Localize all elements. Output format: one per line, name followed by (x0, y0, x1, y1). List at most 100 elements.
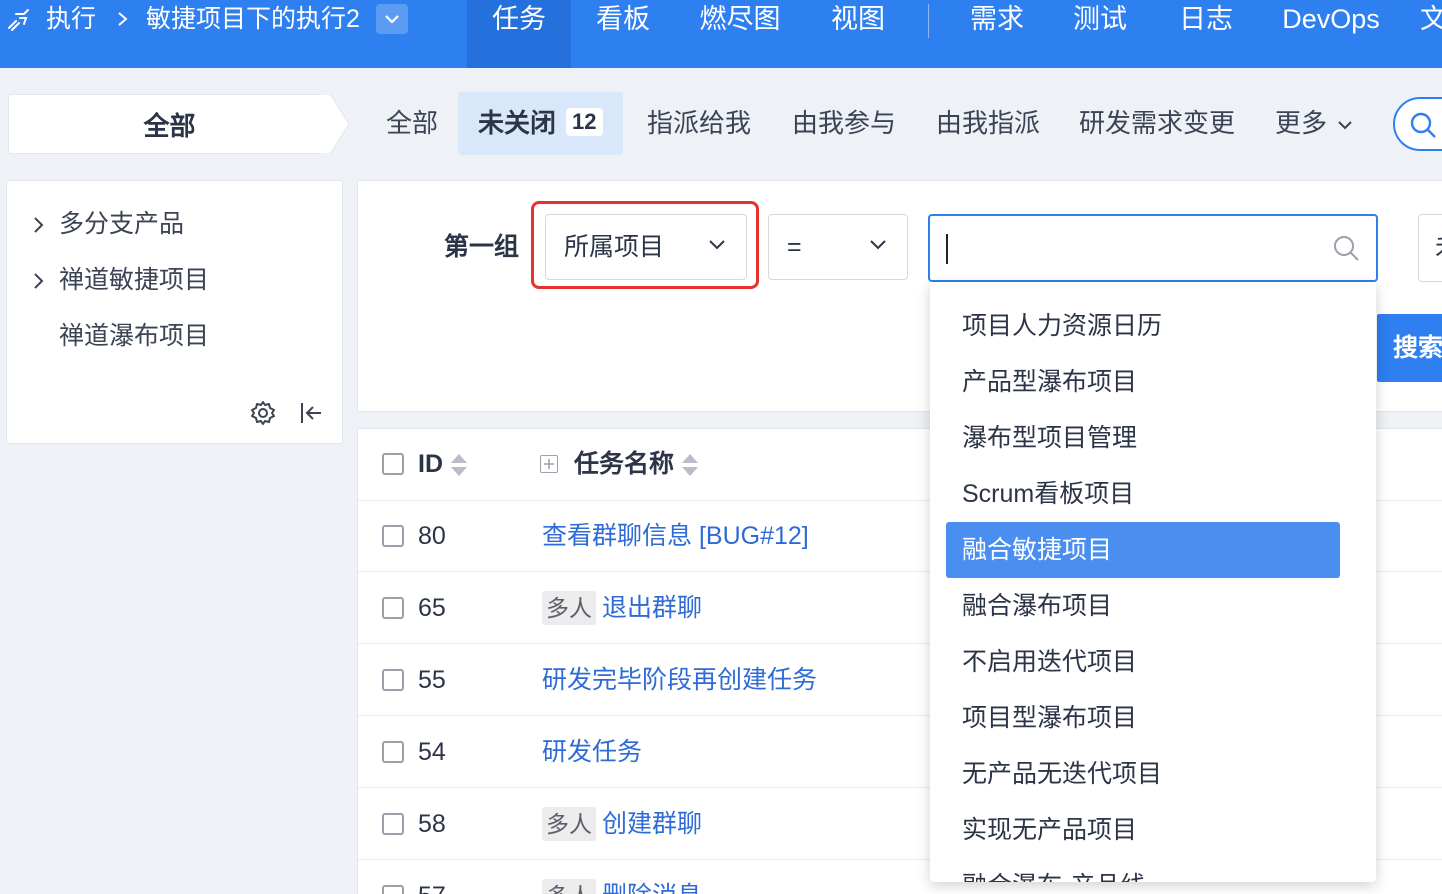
filter-tab-unclosed[interactable]: 未关闭 12 (458, 92, 623, 155)
dropdown-option[interactable]: 瀑布型项目管理 (946, 410, 1340, 466)
search-icon (1334, 236, 1359, 261)
second-row-field-select[interactable]: 禾 (1418, 214, 1442, 282)
field-select[interactable]: 所属项目 (545, 214, 747, 280)
column-header-id[interactable]: ID (418, 447, 469, 481)
more-label: 更多 (1275, 108, 1328, 138)
plus-icon (544, 459, 554, 469)
execution-switcher-button[interactable] (376, 4, 408, 34)
text-caret (946, 234, 948, 264)
sort-icon (451, 454, 467, 477)
row-checkbox[interactable] (382, 741, 404, 763)
filter-tab-assigned-by-me[interactable]: 由我指派 (936, 92, 1040, 155)
chevron-down-icon (709, 240, 725, 250)
row-checkbox[interactable] (382, 597, 404, 619)
execution-icon (8, 9, 29, 31)
multi-person-tag: 多人 (542, 879, 596, 894)
nav-tab-view[interactable]: 视图 (818, 0, 898, 68)
task-name-link[interactable]: 创建群聊 (602, 810, 702, 838)
filter-tab-more[interactable]: 更多 (1275, 92, 1353, 155)
multi-person-tag: 多人 (542, 807, 596, 841)
task-name-link[interactable]: 退出群聊 (602, 594, 702, 622)
nav-tab-test[interactable]: 测试 (1060, 0, 1140, 68)
operator-select[interactable]: = (768, 214, 908, 280)
select-all-checkbox[interactable] (382, 453, 404, 475)
gear-icon[interactable] (249, 399, 277, 427)
task-id: 57 (418, 879, 446, 894)
sort-icon (682, 454, 699, 477)
operator-select-value: = (787, 233, 802, 261)
task-name-cell: 多人 退出群聊 (542, 591, 702, 625)
module-tree-panel: 多分支产品 禅道敏捷项目 禅道瀑布项目 (6, 180, 343, 444)
collapse-sidebar-icon[interactable] (297, 399, 325, 427)
field-select-value: 所属项目 (564, 233, 665, 261)
filter-tab-label: 未关闭 (478, 108, 557, 138)
tree-item-agile-project[interactable]: 禅道敏捷项目 (29, 263, 209, 297)
nav-tab-task[interactable]: 任务 (467, 0, 571, 68)
column-header-label: 任务名称 (574, 450, 675, 478)
tree-item-waterfall-project[interactable]: 禅道瀑布项目 (29, 319, 209, 353)
search-button[interactable]: 搜索 (1377, 314, 1442, 382)
search-icon (1410, 112, 1436, 138)
row-checkbox[interactable] (382, 669, 404, 691)
task-id: 80 (418, 522, 446, 550)
filter-tab-all[interactable]: 全部 (386, 92, 438, 155)
task-id: 65 (418, 594, 446, 622)
chevron-down-icon (385, 15, 399, 24)
task-name-cell: 多人删除消息 (542, 879, 702, 894)
nav-tab-doc[interactable]: 文 (1420, 0, 1442, 68)
dropdown-option[interactable]: 产品型瀑布项目 (946, 354, 1340, 410)
dropdown-option[interactable]: 融合瀑布-产品线 (946, 858, 1340, 882)
task-name-link[interactable]: 删除消息 (602, 882, 702, 894)
group-label: 第一组 (444, 233, 520, 261)
tree-item-label: 多分支产品 (59, 210, 185, 238)
dropdown-option[interactable]: 融合瀑布项目 (946, 578, 1340, 634)
dropdown-option-selected[interactable]: 融合敏捷项目 (946, 522, 1340, 578)
chevron-down-icon (870, 240, 886, 250)
all-modules-button[interactable]: 全部 (8, 94, 330, 154)
row-checkbox[interactable] (382, 885, 404, 894)
pill-arrow-shape (320, 94, 350, 154)
task-id: 58 (418, 810, 446, 838)
tree-item-label: 禅道敏捷项目 (59, 266, 210, 294)
tree-item-label: 禅道瀑布项目 (59, 322, 210, 350)
count-badge: 12 (566, 108, 603, 136)
filter-tab-assigned-to-me[interactable]: 指派给我 (647, 92, 751, 155)
column-header-label: ID (418, 450, 443, 478)
top-navbar: 执行 敏捷项目下的执行2 任务 看板 燃尽图 视图 需求 测试 日志 DevOp… (0, 0, 1442, 68)
task-name-link[interactable]: 研发完毕阶段再创建任务 (542, 663, 817, 697)
search-toggle-button[interactable] (1393, 97, 1442, 151)
task-name-cell: 多人 创建群聊 (542, 807, 702, 841)
task-id: 55 (418, 666, 446, 694)
project-options-dropdown: 项目人力资源日历 产品型瀑布项目 瀑布型项目管理 Scrum看板项目 融合敏捷项… (930, 282, 1376, 882)
tree-item-multi-branch-product[interactable]: 多分支产品 (29, 207, 184, 241)
chevron-right-icon (34, 217, 44, 234)
nav-tab-log[interactable]: 日志 (1166, 0, 1246, 68)
value-search-input[interactable] (928, 214, 1378, 282)
task-name-link[interactable]: 研发任务 (542, 735, 642, 769)
dropdown-option[interactable]: 项目型瀑布项目 (946, 690, 1340, 746)
chevron-right-icon (34, 273, 44, 290)
nav-tab-kanban[interactable]: 看板 (583, 0, 663, 68)
multi-person-tag: 多人 (542, 591, 596, 625)
chevron-right-icon (118, 12, 128, 26)
task-id: 54 (418, 738, 446, 766)
breadcrumb-execution[interactable]: 敏捷项目下的执行2 (146, 2, 360, 36)
nav-divider (928, 4, 929, 38)
filter-tab-involved[interactable]: 由我参与 (792, 92, 896, 155)
dropdown-option[interactable]: Scrum看板项目 (946, 466, 1340, 522)
row-checkbox[interactable] (382, 813, 404, 835)
filter-tab-story-change[interactable]: 研发需求变更 (1079, 92, 1235, 155)
dropdown-option[interactable]: 实现无产品项目 (946, 802, 1340, 858)
column-header-name[interactable]: 任务名称 (574, 447, 700, 481)
dropdown-option[interactable]: 无产品无迭代项目 (946, 746, 1340, 802)
nav-tab-devops[interactable]: DevOps (1272, 0, 1390, 68)
task-name-link[interactable]: 查看群聊信息 [BUG#12] (542, 519, 809, 553)
row-checkbox[interactable] (382, 525, 404, 547)
dropdown-option[interactable]: 不启用迭代项目 (946, 634, 1340, 690)
dropdown-option[interactable]: 项目人力资源日历 (946, 298, 1340, 354)
breadcrumb-root[interactable]: 执行 (46, 2, 96, 36)
expand-all-icon[interactable] (540, 455, 558, 473)
chevron-down-icon (1338, 121, 1352, 130)
nav-tab-story[interactable]: 需求 (957, 0, 1037, 68)
nav-tab-burndown[interactable]: 燃尽图 (690, 0, 790, 68)
